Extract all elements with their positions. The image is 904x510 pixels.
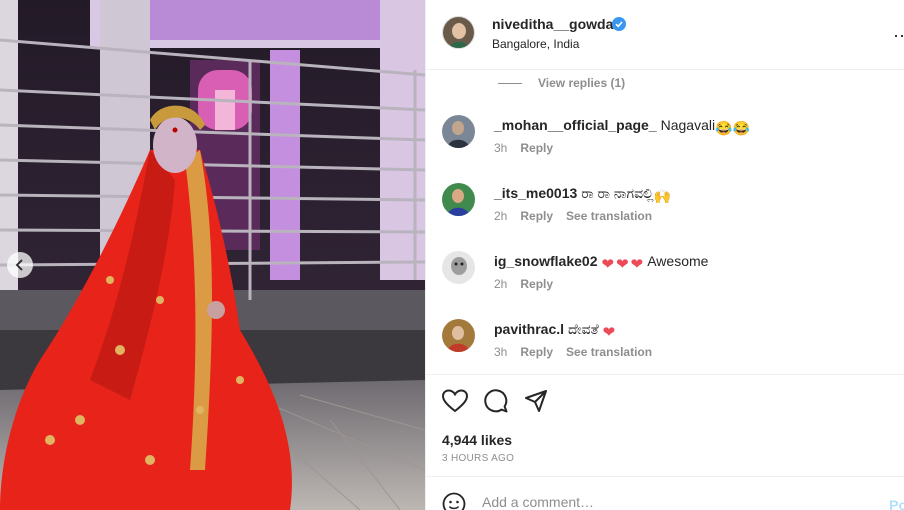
commenter-avatar[interactable] — [442, 319, 475, 352]
post-actions — [442, 389, 548, 413]
comment-username[interactable]: ig_snowflake02 — [494, 253, 598, 269]
heart-icon[interactable] — [442, 389, 468, 413]
post-location[interactable]: Bangalore, India — [492, 37, 579, 51]
reply-button[interactable]: Reply — [520, 141, 553, 155]
comment-icon[interactable] — [484, 389, 508, 413]
previous-image-button[interactable] — [7, 252, 33, 278]
comment-emoji: ❤❤❤ — [601, 256, 646, 273]
actions-divider — [426, 374, 904, 375]
see-translation-button[interactable]: See translation — [566, 345, 652, 359]
reply-button[interactable]: Reply — [520, 209, 553, 223]
comment-item: pavithrac.l ದೇವತೆ ❤ 3h Reply See translati… — [442, 319, 882, 367]
comment-box: Po — [442, 490, 904, 510]
comment-emoji: ❤ — [602, 324, 616, 341]
comment-time[interactable]: 2h — [494, 209, 507, 223]
post-comment-button[interactable]: Po — [889, 497, 904, 510]
share-icon[interactable] — [524, 389, 548, 413]
comment-item: _its_me0013 ರಾ ರಾ ನಾಗವಲ್ಲಿ🙌 2h Reply See … — [442, 183, 882, 231]
chevron-left-icon — [15, 259, 23, 271]
comment-item: _mohan__official_page_ Nagavali😂😂 3h Repl… — [442, 115, 882, 163]
comment-box-divider — [426, 476, 904, 477]
commenter-avatar[interactable] — [442, 115, 475, 148]
comment-username[interactable]: _its_me0013 — [494, 185, 577, 201]
comment-text: Awesome — [647, 253, 709, 269]
view-replies-label: View replies (1) — [538, 76, 626, 90]
comment-text: ರಾ ರಾ ನಾಗವಲ್ಲಿ — [581, 185, 654, 201]
likes-count[interactable]: 4,944 likes — [442, 432, 512, 448]
photo-illustration — [0, 0, 425, 510]
view-replies-button[interactable]: View replies (1) — [498, 76, 625, 90]
smiley-icon[interactable] — [442, 492, 466, 510]
commenter-avatar[interactable] — [442, 183, 475, 216]
comment-text: Nagavali — [660, 117, 716, 133]
comment-username[interactable]: _mohan__official_page_ — [494, 117, 657, 133]
see-translation-button[interactable]: See translation — [566, 209, 652, 223]
comment-item: ig_snowflake02 ❤❤❤ Awesome 2h Reply — [442, 251, 882, 299]
author-avatar[interactable] — [442, 16, 475, 49]
verified-badge-icon — [612, 17, 626, 31]
post-photo[interactable] — [0, 0, 425, 510]
comment-emoji: 😂😂 — [715, 120, 750, 136]
comment-text: ದೇವತೆ — [568, 321, 599, 337]
post-timestamp: 3 HOURS AGO — [442, 453, 515, 464]
comment-time[interactable]: 2h — [494, 277, 507, 291]
post-details-pane: niveditha__gowda Bangalore, India ⋯ View… — [425, 0, 904, 510]
reply-button[interactable]: Reply — [520, 277, 553, 291]
comment-input[interactable] — [482, 494, 862, 510]
more-options-icon[interactable]: ⋯ — [893, 26, 904, 47]
author-username[interactable]: niveditha__gowda — [492, 16, 613, 32]
comment-time[interactable]: 3h — [494, 141, 507, 155]
commenter-avatar[interactable] — [442, 251, 475, 284]
comment-emoji: 🙌 — [653, 188, 672, 204]
reply-button[interactable]: Reply — [520, 345, 553, 359]
post-header: niveditha__gowda Bangalore, India ⋯ — [426, 0, 904, 70]
replies-divider — [498, 82, 522, 84]
comment-username[interactable]: pavithrac.l — [494, 321, 564, 337]
comment-time[interactable]: 3h — [494, 345, 507, 359]
